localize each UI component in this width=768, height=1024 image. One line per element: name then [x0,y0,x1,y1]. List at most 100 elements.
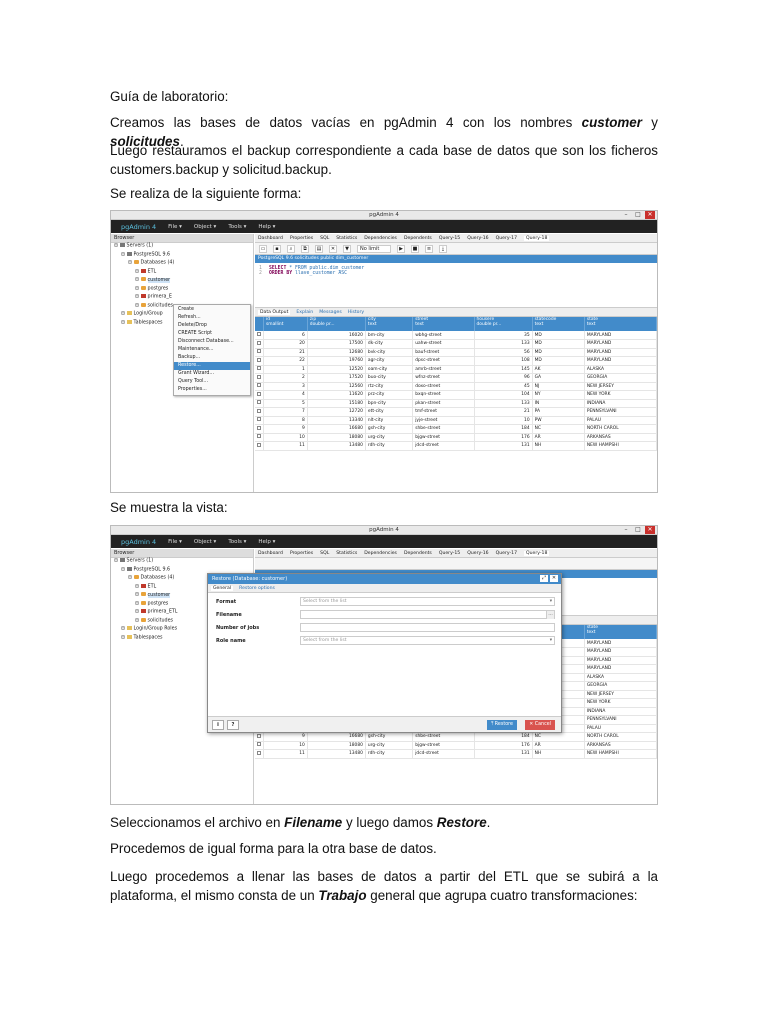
chevron-down-icon[interactable]: ▾ [550,637,552,645]
table-cell[interactable]: 11620 [307,390,366,400]
table-cell[interactable]: MARYLAND [584,356,657,366]
table-row[interactable]: 312560rtz-citydoxo-street45NJNEW JERSEY [255,382,657,391]
table-cell[interactable]: jdcd-street [412,749,475,759]
table-cell[interactable]: amrb-street [412,365,475,374]
expand-icon[interactable]: ⊟ [135,601,141,606]
tab-sql[interactable]: SQL [320,236,329,241]
tab-query-15[interactable]: Query-15 [439,551,460,556]
tree-item[interactable]: ⊟ PostgreSQL 9.6 [111,251,253,261]
row-checkbox[interactable] [257,383,261,388]
table-cell[interactable]: 18080 [307,433,366,442]
table-cell[interactable]: jdcd-street [412,441,475,451]
info-button[interactable]: i [212,720,224,730]
close-icon[interactable]: ✕ [645,211,655,219]
copy-icon[interactable]: ⧉ [301,244,309,253]
table-cell[interactable]: uahw-street [412,339,475,349]
row-checkbox[interactable] [257,332,261,336]
table-cell[interactable]: 4 [263,390,308,400]
table-cell[interactable]: shbe-street [412,424,475,434]
table-cell[interactable]: 13480 [307,441,366,451]
table-cell[interactable]: IN [532,399,585,408]
limit-select[interactable]: No limit [357,244,391,253]
column-header[interactable]: zipdouble pr... [307,317,366,331]
row-checkbox-cell[interactable] [255,382,264,391]
tab-statistics[interactable]: Statistics [336,551,357,556]
tab-dependencies[interactable]: Dependencies [364,236,397,241]
table-cell[interactable]: oam-city [365,365,414,374]
table-cell[interactable]: 45 [474,382,533,391]
find-icon[interactable]: ⌕ [287,244,295,253]
table-cell[interactable]: NC [532,732,585,742]
table-cell[interactable]: 17520 [307,373,366,383]
table-cell[interactable]: bm-city [365,331,414,340]
tab-dependents[interactable]: Dependents [404,551,432,556]
tab-query-18[interactable]: Query-18 [524,550,550,556]
table-cell[interactable]: urg-city [365,741,414,750]
table-cell[interactable]: 35 [474,331,533,340]
table-cell[interactable]: 20 [263,339,308,349]
menu-help[interactable]: Help ▾ [258,539,275,545]
table-cell[interactable]: 176 [474,741,533,750]
sql-editor[interactable]: 1 SELECT * FROM public.dim_customer 2 ORDE… [255,263,657,308]
table-cell[interactable]: 184 [474,732,533,742]
filename-field[interactable]: … [300,610,555,619]
table-cell[interactable]: 12720 [307,407,366,417]
table-cell[interactable]: MARYLAND [584,664,657,674]
menu-file[interactable]: File ▾ [168,539,182,545]
tab-properties[interactable]: Properties [290,236,313,241]
menu-item-restore[interactable]: Restore... [174,362,250,370]
table-cell[interactable]: buo-city [365,373,414,383]
table-cell[interactable]: 96 [474,373,533,383]
row-checkbox-cell[interactable] [255,433,264,442]
minimize-icon[interactable]: – [621,526,631,534]
table-row[interactable]: 11 13480 rdh-city jdcd-street 131 NH NEW HAMPS… [255,441,657,451]
table-cell[interactable]: PALAU [584,416,657,425]
table-cell[interactable]: nlt-city [365,416,414,425]
row-checkbox-cell[interactable] [255,407,264,417]
menu-item-grant-wizard[interactable]: Grant Wizard... [174,370,250,378]
row-checkbox-cell[interactable] [255,399,264,408]
table-cell[interactable]: MARYLAND [584,656,657,665]
table-cell[interactable]: pkan-street [412,399,475,408]
tab-dashboard[interactable]: Dashboard [258,236,283,241]
menu-item-refresh[interactable]: Refresh... [174,314,250,322]
table-cell[interactable]: MD [532,339,585,349]
table-cell[interactable]: NORTH CAROL [584,732,657,742]
table-cell[interactable]: MARYLAND [584,647,657,657]
table-cell[interactable]: 5 [263,399,308,408]
table-cell[interactable]: wfnz-street [412,373,475,383]
menu-item-delete-drop[interactable]: Delete/Drop [174,322,250,330]
row-checkbox[interactable] [257,349,261,354]
table-cell[interactable]: 19760 [307,356,366,366]
table-cell[interactable]: MARYLAND [584,639,657,648]
row-checkbox[interactable] [257,391,261,396]
tree-item[interactable]: ⊟ Databases (4) [111,260,253,269]
table-cell[interactable]: 7 [263,407,308,417]
table-row[interactable]: 11 13480 rdh-city jdcd-street 131 NH NEW HAMPS… [255,749,657,759]
row-checkbox[interactable] [257,442,261,447]
menu-item-disconnect-database[interactable]: Disconnect Database... [174,338,250,346]
row-checkbox[interactable] [257,425,261,430]
table-cell[interactable]: bjgw-street [412,741,475,750]
table-cell[interactable]: AR [532,741,585,750]
table-cell[interactable]: tmf-street [412,407,475,417]
table-cell[interactable]: NH [532,749,585,759]
tab-query-18[interactable]: Query-18 [524,235,550,241]
table-cell[interactable]: bvk-city [365,348,414,357]
row-checkbox-cell[interactable] [255,749,264,759]
chevron-down-icon[interactable]: ▾ [550,598,552,606]
table-row[interactable]: 9 16680 gsh-city shbe-street 184 NC NORTH CARO… [255,424,657,434]
table-row[interactable]: 112520oam-cityamrb-street145AKALASKA [255,365,657,374]
expand-icon[interactable]: ⊟ [135,303,141,308]
table-cell[interactable]: ALASKA [584,365,657,374]
execute-icon[interactable]: ▶ [397,244,405,253]
table-cell[interactable]: 56 [474,348,533,357]
result-tab-messages[interactable]: Messages [319,310,342,315]
tree-item[interactable]: ⊟ primera_E [111,294,253,303]
row-checkbox-cell[interactable] [255,339,264,349]
maximize-icon[interactable]: □ [633,211,643,219]
table-cell[interactable]: 104 [474,390,533,400]
table-cell[interactable]: 131 [474,749,533,759]
table-cell[interactable]: ARKANSAS [584,741,657,750]
table-row[interactable]: 616020bm-citywbhg-street35MDMARYLAND [255,331,657,340]
